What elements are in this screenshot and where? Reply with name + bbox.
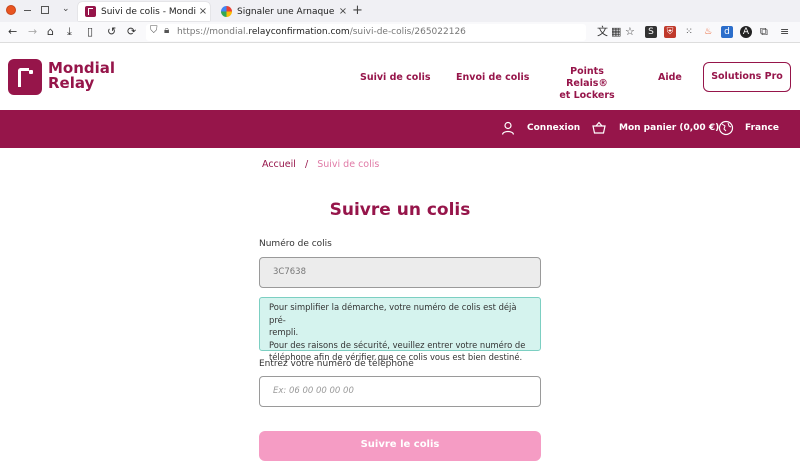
tracking-number-label: Numéro de colis [259,239,332,249]
logo-text[interactable]: Mondial Relay [48,61,115,91]
translate-icon[interactable]: 文 [597,25,608,39]
extensions-puzzle-icon[interactable]: ⧉ [760,25,768,39]
ublock-shield-icon[interactable]: ⛨ [664,26,676,38]
bookmark-star-icon[interactable]: ☆ [625,25,635,39]
shield-icon[interactable]: ⛉ [150,25,158,36]
solutions-pro-button[interactable]: Solutions Pro [703,62,791,92]
basket-icon[interactable] [592,121,606,135]
tab-title: Signaler une Arnaque - Formulaire [237,6,336,17]
history-icon[interactable]: ↺ [107,25,116,39]
browser-tab-strip: ⌄ Suivi de colis - Mondial Relay × Signa… [0,0,800,22]
forward-icon[interactable]: → [28,25,37,39]
extension-s-icon[interactable]: S [645,26,657,38]
site-header: Mondial Relay Suivi de colis Envoi de co… [0,43,800,110]
url-bar[interactable]: ⛉ 🔒︎ https://mondial.relayconfirmation.c… [146,24,586,41]
window-maximize-button[interactable] [40,5,50,15]
tab-title: Suivi de colis - Mondial Relay [101,6,196,17]
nav-points-relais[interactable]: Points Relais® et Lockers [549,66,625,102]
phone-number-label: Entrez votre numéro de téléphone [259,359,414,369]
globe-icon[interactable] [718,120,734,136]
mondial-relay-logo-icon[interactable] [8,59,42,95]
tab-list-chevron-icon[interactable]: ⌄ [62,4,70,14]
info-notice: Pour simplifier la démarche, votre numér… [259,297,541,362]
tab-close-icon[interactable]: × [196,6,210,17]
tracking-number-input[interactable]: 3C7638 [259,257,541,288]
extension-grid-icon[interactable]: ⁙ [683,26,695,38]
qr-code-icon[interactable]: ▦ [611,25,621,39]
window-minimize-button[interactable] [23,5,33,15]
utility-band: Connexion Mon panier (0,00 €) France [0,110,800,148]
tab-suivi-de-colis[interactable]: Suivi de colis - Mondial Relay × [78,2,210,21]
country-selector[interactable]: France [745,123,779,133]
breadcrumb-separator: / [304,159,309,170]
url-text[interactable]: https://mondial.relayconfirmation.com/su… [177,27,466,37]
account-avatar-icon[interactable]: A [740,26,752,38]
window-close-button[interactable] [6,5,16,15]
cart-link[interactable]: Mon panier (0,00 €) [619,123,719,133]
extension-d-icon[interactable]: d [721,26,733,38]
breadcrumb-current[interactable]: Suivi de colis [317,159,379,170]
track-parcel-submit-button[interactable]: Suivre le colis [259,431,541,461]
nav-suivi-de-colis[interactable]: Suivi de colis [360,72,431,84]
home-icon[interactable]: ⌂ [47,25,54,39]
nav-envoi-de-colis[interactable]: Envoi de colis [456,72,529,84]
back-icon[interactable]: ← [8,25,17,39]
new-tab-button[interactable]: + [352,3,363,18]
hamburger-menu-icon[interactable]: ≡ [780,25,789,39]
reload-icon[interactable]: ⟳ [127,25,136,39]
browser-nav-bar: ← → ⌂ ⤓ ▯ ↺ ⟳ ⛉ 🔒︎ https://mondial.relay… [0,22,800,43]
breadcrumb: Accueil / Suivi de colis [262,159,379,170]
breadcrumb-home[interactable]: Accueil [262,159,296,170]
google-forms-favicon-icon [221,6,232,17]
phone-number-input[interactable]: Ex: 06 00 00 00 00 [259,376,541,407]
downloads-icon[interactable]: ⤓ [67,25,72,39]
sidebar-icon[interactable]: ▯ [87,25,93,39]
login-link[interactable]: Connexion [527,123,580,133]
nav-aide[interactable]: Aide [658,72,682,84]
mondial-relay-favicon-icon [85,6,96,17]
page-title: Suivre un colis [329,200,471,220]
tab-close-icon[interactable]: × [336,6,350,17]
extension-flame-icon[interactable]: ♨ [702,26,714,38]
user-icon[interactable] [501,121,515,135]
tab-signaler-arnaque[interactable]: Signaler une Arnaque - Formulaire × [214,2,350,21]
lock-icon[interactable]: 🔒︎ [164,25,169,36]
